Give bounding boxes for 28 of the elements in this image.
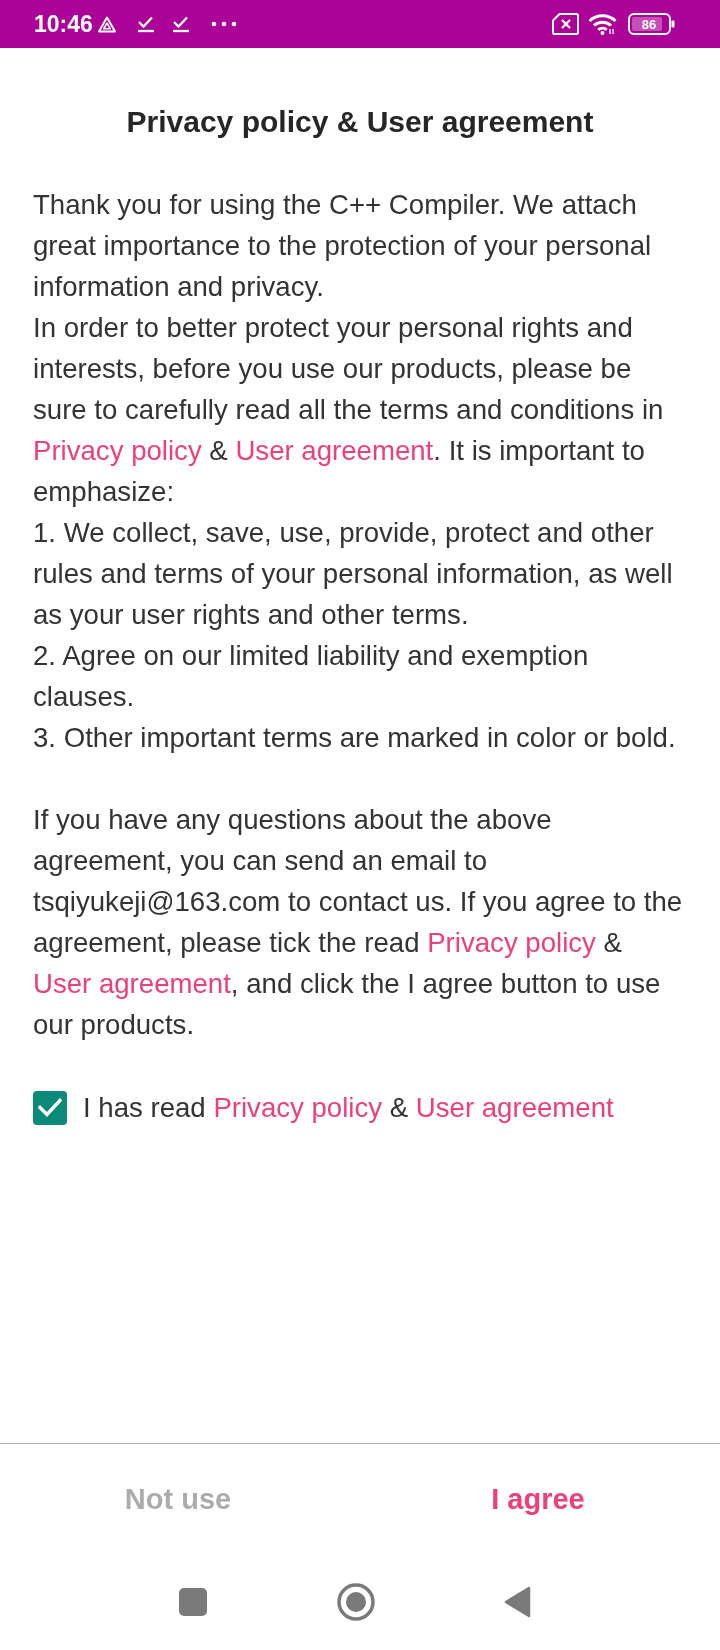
recents-icon[interactable] xyxy=(179,1588,207,1616)
body-paragraph: 1. We collect, save, use, provide, protect and other rules and terms of your personal information, as well as your user rights and other terms. xyxy=(33,516,674,632)
check-underline-icon xyxy=(171,15,190,33)
body-paragraph: If you have any questions about the above agreement, you can send an email to tsqiyukeji@163.com to contact us. If you agree to the agreement, please tick the read Privacy policy & User agreement, and click the I agree button to use our products. xyxy=(33,803,684,1042)
policy-link[interactable]: Privacy policy xyxy=(427,927,596,958)
more-dots-icon xyxy=(210,21,237,27)
policy-link[interactable]: Privacy policy xyxy=(213,1092,383,1123)
back-icon[interactable] xyxy=(504,1586,531,1618)
consent-label: I has read Privacy policy & User agreement xyxy=(83,1091,614,1125)
clock-time: 10:46 xyxy=(34,12,93,36)
body-paragraph: In order to better protect your personal rights and interests, before you use our products, please be sure to carefully read all the terms and conditions in Privacy policy & User agreement. It is important to emphasize: xyxy=(33,311,665,509)
body-paragraph: Thank you for using the C++ Compiler. We attach great importance to the protection of your personal information and privacy. xyxy=(33,188,653,304)
home-icon[interactable] xyxy=(337,1583,375,1621)
policy-link[interactable]: User agreement xyxy=(33,968,231,999)
battery-percent: 86 xyxy=(641,17,657,31)
battery-icon xyxy=(628,13,675,35)
body-paragraph: 3. Other important terms are marked in color or bold. xyxy=(33,721,677,755)
dialog-title: Privacy policy & User agreement xyxy=(125,104,595,140)
checkbox[interactable] xyxy=(33,1090,67,1125)
check-underline-icon xyxy=(136,15,155,33)
triangle-icon xyxy=(97,15,116,33)
body-paragraph: 2. Agree on our limited liability and exemption clauses. xyxy=(33,639,590,714)
policy-link[interactable]: User agreement xyxy=(415,1092,614,1123)
no-sim-icon xyxy=(552,13,579,35)
checkmark-icon xyxy=(38,1098,62,1117)
policy-link[interactable]: User agreement xyxy=(235,435,434,466)
policy-link[interactable]: Privacy policy xyxy=(33,435,202,466)
wifi-icon xyxy=(588,13,617,35)
